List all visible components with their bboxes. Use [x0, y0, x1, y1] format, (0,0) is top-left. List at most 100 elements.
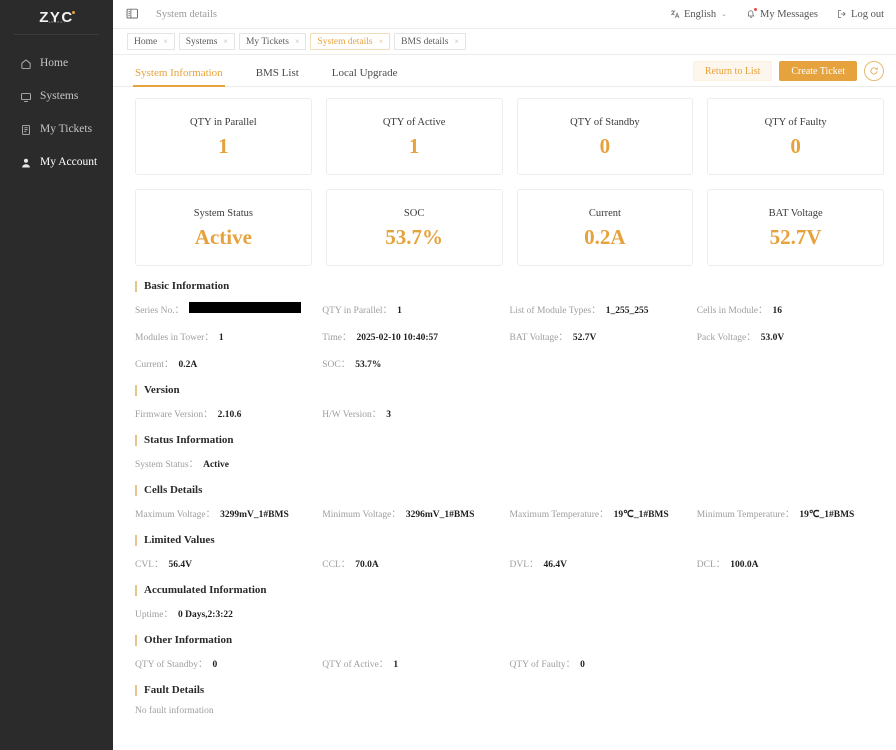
my-messages-label: My Messages [760, 9, 818, 20]
close-icon[interactable]: × [454, 38, 459, 46]
refresh-icon[interactable] [864, 61, 884, 81]
close-icon[interactable]: × [163, 38, 168, 46]
logout-button[interactable]: Log out [837, 9, 884, 20]
field-label: BAT Voltage： [510, 329, 568, 343]
tab-chip-label: Home [134, 37, 157, 47]
section-status-information: Status Information System Status： Active [135, 434, 884, 470]
top-bar-right: English ⌄ My Messages [670, 9, 884, 20]
section-accent-bar [135, 635, 137, 646]
ticket-icon [20, 124, 32, 136]
tab-chip-system-details[interactable]: System details × [310, 33, 390, 50]
sidebar-item-my-account[interactable]: My Account [0, 146, 113, 179]
tab-chip-label: Systems [186, 37, 218, 47]
section-accent-bar [135, 535, 137, 546]
field-label: CCL： [322, 556, 350, 570]
sidebar-item-systems[interactable]: Systems [0, 80, 113, 113]
tab-chip-bms-details[interactable]: BMS details × [394, 33, 466, 50]
logo-subtitle: ENERGY [49, 21, 67, 24]
field-label: Maximum Temperature： [510, 506, 609, 520]
field-value: 0.2A [179, 360, 198, 370]
stat-card-label: QTY of Active [383, 117, 446, 128]
stat-card-qty-in-parallel: QTY in Parallel 1 [135, 98, 312, 175]
field-label: Minimum Voltage： [322, 506, 401, 520]
field-label: System Status： [135, 456, 198, 470]
stat-card-label: QTY of Standby [570, 117, 640, 128]
logout-icon [837, 9, 847, 19]
section-accent-bar [135, 281, 137, 292]
section-other-information: Other Information QTY of Standby： 0 QTY … [135, 634, 884, 670]
field-value: 53.0V [761, 333, 785, 343]
stat-card-value: 1 [409, 136, 420, 157]
field-value: 3 [386, 410, 391, 420]
sidebar-item-my-tickets[interactable]: My Tickets [0, 113, 113, 146]
stat-cards-row-2: System Status Active SOC 53.7% Current 0… [135, 189, 884, 266]
open-tabs-bar: Home × Systems × My Tickets × System det… [113, 29, 896, 55]
language-label: English [684, 9, 716, 20]
fault-empty-text: No fault information [135, 706, 884, 716]
return-to-list-button[interactable]: Return to List [693, 61, 773, 81]
tab-system-information[interactable]: System Information [135, 67, 223, 86]
field-value: 2.10.6 [218, 410, 242, 420]
field-qty-of-active: QTY of Active： 1 [322, 656, 509, 670]
field-hw-version: H/W Version： 3 [322, 406, 509, 420]
field-label: Firmware Version： [135, 406, 213, 420]
field-value: 0 [212, 660, 217, 670]
section-accent-bar [135, 435, 137, 446]
stat-card-label: BAT Voltage [769, 208, 823, 219]
field-value: 53.7% [355, 360, 381, 370]
tab-chip-systems[interactable]: Systems × [179, 33, 235, 50]
sub-tab-bar: System Information BMS List Local Upgrad… [113, 55, 896, 87]
field-label: Current： [135, 356, 174, 370]
field-value: 1_255_255 [606, 306, 649, 316]
tab-chip-home[interactable]: Home × [127, 33, 175, 50]
tab-bms-list[interactable]: BMS List [256, 67, 299, 86]
field-value: 1 [397, 306, 402, 316]
section-cells-details: Cells Details Maximum Voltage： 3299mV_1#… [135, 484, 884, 520]
tab-local-upgrade[interactable]: Local Upgrade [332, 67, 398, 86]
section-header: Fault Details [135, 684, 884, 696]
field-value: Active [203, 460, 229, 470]
field-soc: SOC： 53.7% [322, 356, 509, 370]
main-area: System details English ⌄ [113, 0, 896, 750]
field-label: QTY of Faulty： [510, 656, 576, 670]
tab-chip-my-tickets[interactable]: My Tickets × [239, 33, 307, 50]
field-ccl: CCL： 70.0A [322, 556, 509, 570]
field-uptime: Uptime： 0 Days,2:3:22 [135, 606, 322, 620]
field-label: Cells in Module： [697, 302, 768, 316]
hamburger-icon[interactable] [126, 8, 139, 20]
stat-card-bat-voltage: BAT Voltage 52.7V [707, 189, 884, 266]
sidebar-item-label: Systems [40, 91, 78, 103]
field-cvl: CVL： 56.4V [135, 556, 322, 570]
stat-card-label: QTY in Parallel [190, 117, 257, 128]
notification-badge [754, 8, 757, 11]
close-icon[interactable]: × [223, 38, 228, 46]
field-grid: Uptime： 0 Days,2:3:22 [135, 606, 884, 620]
field-label: Maximum Voltage： [135, 506, 215, 520]
section-version: Version Firmware Version： 2.10.6 H/W Ver… [135, 384, 884, 420]
stat-card-current: Current 0.2A [517, 189, 694, 266]
field-label: DCL： [697, 556, 726, 570]
my-messages-button[interactable]: My Messages [746, 9, 818, 20]
section-accent-bar [135, 585, 137, 596]
logout-label: Log out [851, 9, 884, 20]
create-ticket-button[interactable]: Create Ticket [779, 61, 857, 81]
sidebar-item-label: My Tickets [40, 124, 92, 136]
top-bar: System details English ⌄ [113, 0, 896, 29]
stat-cards-row-1: QTY in Parallel 1 QTY of Active 1 QTY of… [135, 98, 884, 175]
section-accumulated-information: Accumulated Information Uptime： 0 Days,2… [135, 584, 884, 620]
language-switcher[interactable]: English ⌄ [670, 9, 727, 20]
field-cells-in-module: Cells in Module： 16 [697, 302, 884, 316]
close-icon[interactable]: × [379, 38, 384, 46]
section-accent-bar [135, 685, 137, 696]
stat-card-qty-of-faulty: QTY of Faulty 0 [707, 98, 884, 175]
section-header: Other Information [135, 634, 884, 646]
section-header: Status Information [135, 434, 884, 446]
translate-icon [670, 9, 680, 19]
field-value: 100.0A [730, 560, 758, 570]
sidebar-item-home[interactable]: Home [0, 47, 113, 80]
brand-logo[interactable]: ZYC ENERGY [0, 0, 113, 34]
stat-card-value: Active [195, 227, 252, 248]
section-title: Status Information [144, 434, 234, 446]
field-label: Modules in Tower： [135, 329, 214, 343]
close-icon[interactable]: × [295, 38, 300, 46]
